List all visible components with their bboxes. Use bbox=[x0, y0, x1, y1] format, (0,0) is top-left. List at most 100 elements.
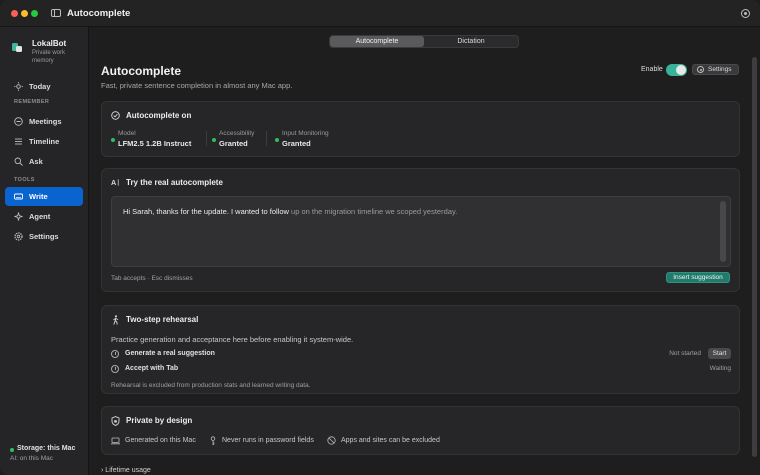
privacy-card-title: Private by design bbox=[126, 416, 193, 425]
step-status: Waiting bbox=[709, 365, 731, 372]
sun-icon bbox=[14, 82, 23, 91]
sidebar-item-label: Today bbox=[29, 82, 51, 91]
rehearsal-card: Two-step rehearsal Practice generation a… bbox=[101, 305, 740, 394]
keyboard-icon bbox=[14, 192, 23, 201]
lifetime-usage-disclosure[interactable]: › Lifetime usage bbox=[101, 467, 151, 474]
sidebar-item-meetings[interactable]: Meetings bbox=[5, 112, 83, 131]
main-content: Autocomplete Dictation Autocomplete Fast… bbox=[90, 27, 760, 475]
status-label: Accessibility bbox=[219, 130, 255, 137]
try-text-content: Hi Sarah, thanks for the update. I wante… bbox=[123, 207, 457, 216]
insert-suggestion-button[interactable]: Insert suggestion bbox=[666, 272, 730, 283]
sidebar-item-label: Ask bbox=[29, 157, 43, 166]
window-title: Autocomplete bbox=[67, 8, 131, 19]
sidebar-item-ask[interactable]: Ask bbox=[5, 152, 83, 171]
sidebar-item-label: Write bbox=[29, 192, 48, 201]
tab-dictation[interactable]: Dictation bbox=[424, 36, 518, 47]
status-value: LFM2.5 1.2B Instruct bbox=[118, 139, 192, 148]
storage-status-dot bbox=[10, 448, 14, 452]
list-icon bbox=[14, 137, 23, 146]
enable-label: Enable bbox=[641, 66, 663, 73]
step-label: Accept with Tab bbox=[125, 365, 179, 372]
privacy-item-label: Generated on this Mac bbox=[125, 437, 196, 444]
sidebar-item-today[interactable]: Today bbox=[5, 77, 83, 96]
step-status: Not started bbox=[669, 350, 701, 357]
rehearsal-card-title: Two-step rehearsal bbox=[126, 315, 199, 324]
svg-text:A: A bbox=[111, 178, 116, 187]
title-bar: Autocomplete bbox=[0, 0, 760, 27]
page-subtitle: Fast, private sentence completion in alm… bbox=[101, 81, 293, 90]
step-label: Generate a real suggestion bbox=[125, 350, 215, 357]
privacy-card-header: Private by design bbox=[111, 415, 193, 426]
main-scrollbar[interactable] bbox=[752, 57, 757, 457]
sidebar-item-write[interactable]: Write bbox=[5, 187, 83, 206]
keyboard-hint: Tab accepts · Esc dismisses bbox=[111, 275, 193, 282]
try-text-area[interactable]: Hi Sarah, thanks for the update. I wante… bbox=[111, 196, 731, 267]
sidebar-item-settings[interactable]: Settings bbox=[5, 227, 83, 246]
settings-button[interactable]: Settings bbox=[692, 64, 739, 75]
settings-button-label: Settings bbox=[708, 66, 732, 73]
no-entry-icon bbox=[327, 436, 336, 445]
magnifier-icon bbox=[14, 157, 23, 166]
clock-icon bbox=[111, 350, 119, 358]
gear-icon bbox=[14, 232, 23, 241]
status-dot bbox=[212, 138, 216, 142]
sidebar-item-timeline[interactable]: Timeline bbox=[5, 132, 83, 151]
tab-autocomplete[interactable]: Autocomplete bbox=[330, 36, 424, 47]
sidebar: LokalBot Private work memory Today REMEM… bbox=[0, 27, 89, 475]
chevron-right-icon: › bbox=[101, 467, 104, 474]
privacy-item-password-fields: Never runs in password fields bbox=[208, 435, 314, 445]
try-autocomplete-card: A Try the real autocomplete Hi Sarah, th… bbox=[101, 168, 740, 292]
sidebar-item-agent[interactable]: Agent bbox=[5, 207, 83, 226]
status-card: Autocomplete on Model LFM2.5 1.2B Instru… bbox=[101, 101, 740, 157]
divider bbox=[206, 131, 207, 146]
lock-shield-icon bbox=[111, 415, 120, 426]
mode-tabs: Autocomplete Dictation bbox=[329, 35, 519, 48]
status-label: Model bbox=[118, 130, 136, 137]
brand-name: LokalBot bbox=[32, 39, 67, 48]
divider bbox=[266, 131, 267, 146]
zoom-window-button[interactable] bbox=[31, 10, 38, 17]
section-label-remember: REMEMBER bbox=[14, 99, 50, 105]
rehearsal-description: Practice generation and acceptance here … bbox=[111, 335, 354, 344]
brand-tagline: Private work memory bbox=[32, 50, 66, 64]
status-label: Input Monitoring bbox=[282, 130, 329, 137]
rehearsal-step-accept: Accept with Tab Waiting bbox=[111, 364, 731, 376]
sparkle-icon bbox=[14, 212, 23, 221]
sidebar-item-label: Agent bbox=[29, 212, 51, 221]
sidebar-toggle-icon[interactable] bbox=[51, 9, 61, 17]
rehearsal-step-generate: Generate a real suggestion Not started S… bbox=[111, 348, 731, 361]
privacy-item-label: Apps and sites can be excluded bbox=[341, 437, 440, 444]
start-rehearsal-button[interactable]: Start bbox=[708, 348, 731, 359]
privacy-card: Private by design Generated on this Mac … bbox=[101, 406, 740, 455]
status-card-header: Autocomplete on bbox=[111, 111, 191, 120]
laptop-icon bbox=[111, 436, 120, 445]
ghost-suggestion-text: up on the migration timeline we scoped y… bbox=[288, 207, 458, 216]
walking-figure-icon bbox=[111, 314, 120, 325]
minimize-window-button[interactable] bbox=[21, 10, 28, 17]
status-dot bbox=[275, 138, 279, 142]
app-window: Autocomplete LokalBot Private work memor… bbox=[0, 0, 760, 475]
key-icon bbox=[208, 435, 217, 445]
privacy-item-label: Never runs in password fields bbox=[222, 437, 314, 444]
status-value: Granted bbox=[282, 139, 311, 148]
status-circle-icon[interactable] bbox=[741, 9, 750, 18]
enable-toggle[interactable] bbox=[666, 64, 687, 76]
status-dot bbox=[111, 138, 115, 142]
try-card-header: A Try the real autocomplete bbox=[111, 178, 223, 187]
rehearsal-card-header: Two-step rehearsal bbox=[111, 314, 199, 325]
sidebar-item-label: Settings bbox=[29, 232, 59, 241]
waveform-icon bbox=[14, 117, 23, 126]
close-window-button[interactable] bbox=[11, 10, 18, 17]
page-title: Autocomplete bbox=[101, 64, 182, 78]
rehearsal-note: Rehearsal is excluded from production st… bbox=[111, 382, 311, 389]
storage-title: Storage: this Mac bbox=[17, 445, 76, 452]
text-area-scrollbar[interactable] bbox=[720, 201, 726, 262]
sidebar-item-label: Meetings bbox=[29, 117, 62, 126]
typed-text: Hi Sarah, thanks for the update. I wante… bbox=[123, 207, 289, 216]
privacy-item-on-mac: Generated on this Mac bbox=[111, 436, 196, 445]
sidebar-item-label: Timeline bbox=[29, 137, 60, 146]
status-value: Granted bbox=[219, 139, 248, 148]
status-card-title: Autocomplete on bbox=[126, 111, 192, 120]
text-cursor-icon: A bbox=[111, 178, 120, 187]
gear-icon bbox=[697, 66, 704, 73]
